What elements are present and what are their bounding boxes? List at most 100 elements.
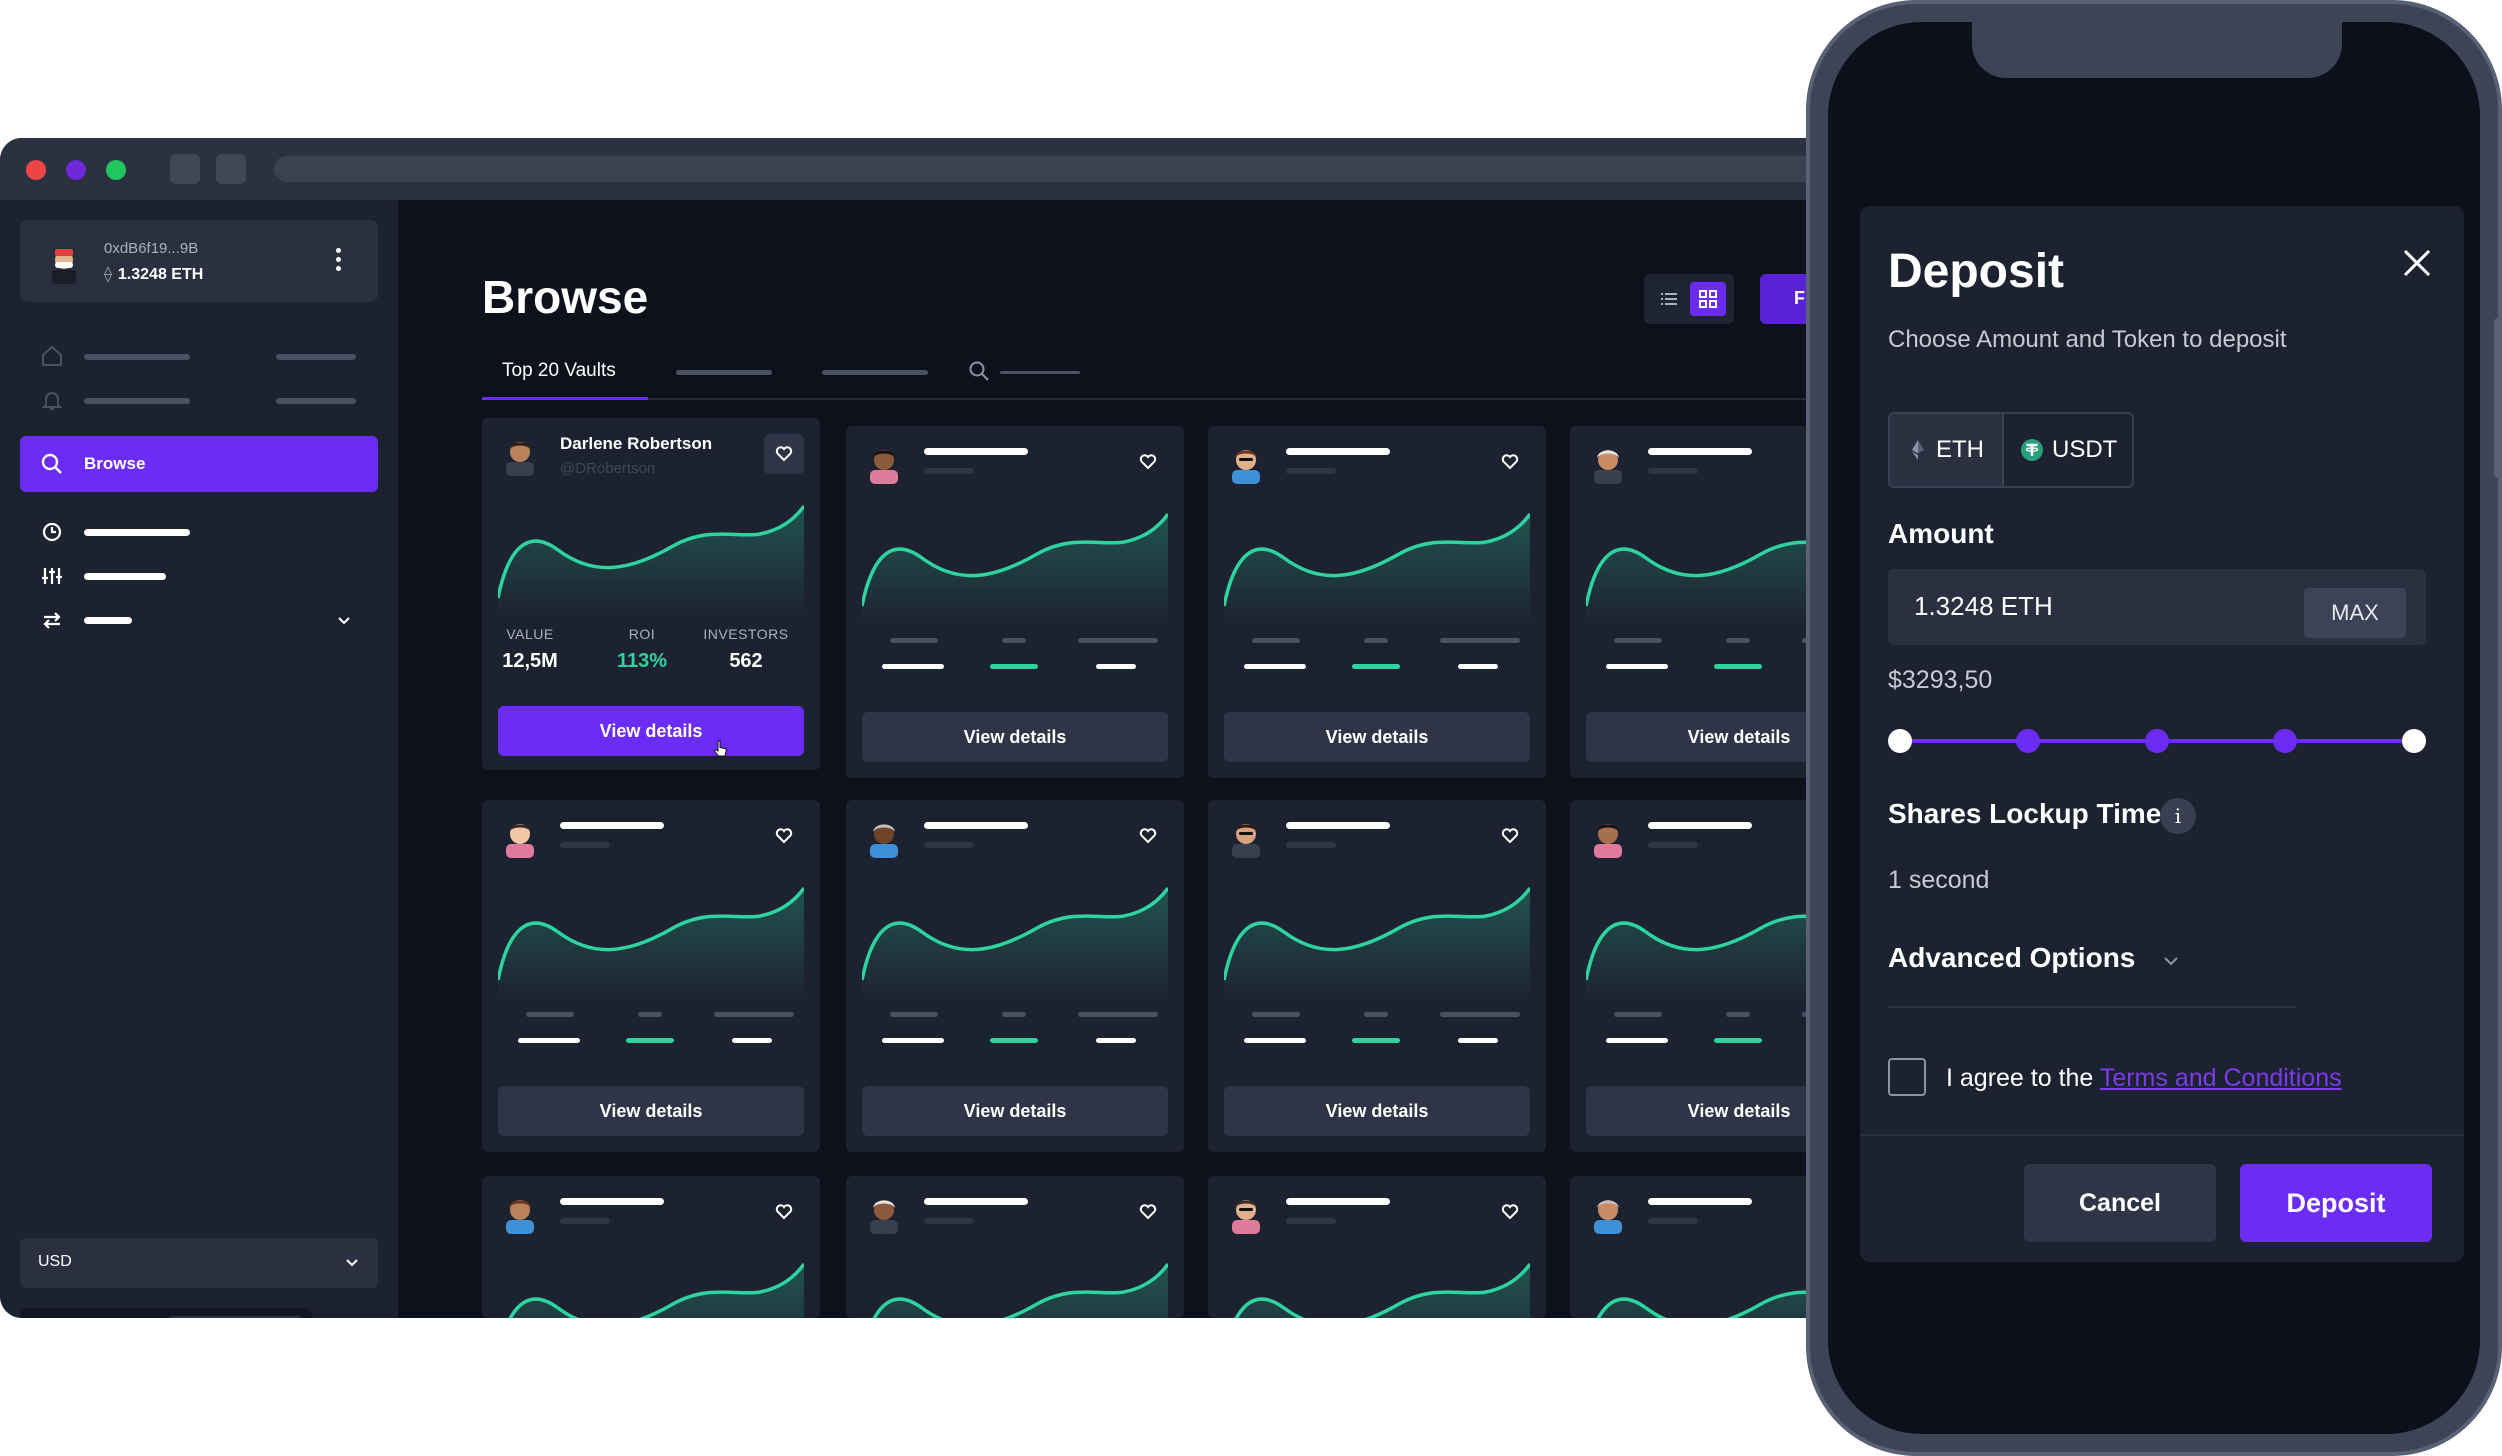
vault-card[interactable]: View details [482,800,820,1152]
vault-card[interactable] [482,1176,820,1318]
view-details-button[interactable]: View details [1586,1086,1830,1136]
bell-icon [41,392,63,410]
view-details-button[interactable]: View details [1586,712,1830,762]
terms-link[interactable]: Terms and Conditions [2100,1064,2342,1092]
main-content: Browse F Top 20 Vaults Darlene Robertson… [398,200,1830,1318]
vault-card[interactable]: View details [1208,800,1546,1152]
wallet-card[interactable]: 0xdB6f19...9B ⟠ 1.3248 ETH [20,220,378,302]
amount-input[interactable]: 1.3248 ETH MAX [1888,569,2426,645]
heart-icon [775,828,793,844]
performance-chart [862,886,1168,1000]
avatar [1232,450,1260,484]
amount-slider[interactable] [1888,726,2426,756]
view-details-button[interactable]: View details [498,706,804,756]
sidebar-item-label: Browse [84,454,146,473]
view-details-button[interactable]: View details [498,1086,804,1136]
performance-chart [498,504,804,618]
vault-card[interactable]: View details [1570,426,1830,778]
performance-chart [872,1262,1168,1318]
favorite-button[interactable] [1128,1192,1168,1232]
performance-chart [1586,540,1830,626]
search-icon[interactable] [968,360,990,382]
view-details-button[interactable]: View details [862,1086,1168,1136]
vault-owner-name [924,822,1028,829]
slider-step[interactable] [2016,729,2040,753]
favorite-button[interactable] [1128,442,1168,482]
vault-card[interactable]: View details [846,800,1184,1152]
view-details-button[interactable]: View details [1224,1086,1530,1136]
token-option-eth[interactable]: ETH [1890,414,2004,486]
terms-prefix: I agree to the [1946,1064,2100,1092]
vault-card-featured[interactable]: Darlene Robertson @DRobertson VALUE 12,5M … [482,418,820,770]
currency-value: USD [38,1253,72,1270]
vault-owner-handle: @DRobertson [560,460,656,477]
token-option-usdt[interactable]: USDT [2006,414,2132,486]
heart-icon [1139,454,1157,470]
grid-view-icon [1699,290,1717,308]
vault-card[interactable]: View details [846,426,1184,778]
favorite-button[interactable] [764,816,804,856]
sidebar-item-notifications[interactable] [20,372,378,428]
vault-owner-name [1286,448,1390,455]
favorite-button[interactable] [1490,816,1530,856]
back-button[interactable] [170,154,200,184]
info-icon[interactable]: i [2160,798,2196,834]
avatar [1594,1200,1622,1234]
close-icon[interactable] [2400,246,2434,280]
heart-icon [775,446,793,462]
sidebar-item-browse[interactable]: Browse [20,436,378,492]
dark-mode-option[interactable] [168,1316,302,1318]
cancel-button[interactable]: Cancel [2024,1164,2216,1242]
chevron-down-icon[interactable] [334,610,354,630]
eth-icon [1912,440,1924,460]
vault-owner-handle [1648,842,1698,848]
favorite-button[interactable] [764,1192,804,1232]
vault-stats [1224,1012,1530,1052]
grid-view-button[interactable] [1690,282,1726,316]
forward-button[interactable] [216,154,246,184]
vault-card[interactable]: View details [1208,426,1546,778]
terms-checkbox[interactable] [1888,1058,1926,1096]
tab-placeholder[interactable] [676,370,772,375]
vault-card[interactable] [846,1176,1184,1318]
advanced-options-toggle[interactable]: Advanced Options [1888,942,2135,974]
currency-select[interactable]: USD [20,1238,378,1288]
max-button[interactable]: MAX [2304,588,2406,638]
chevron-down-icon[interactable] [2160,950,2182,972]
favorite-button[interactable] [1490,1192,1530,1232]
slider-step[interactable] [2145,729,2169,753]
search-input[interactable] [1000,371,1080,374]
vault-card[interactable] [1208,1176,1546,1318]
view-details-button[interactable]: View details [1224,712,1530,762]
home-icon [42,345,62,366]
heart-icon [1501,828,1519,844]
slider-step[interactable] [1888,729,1912,753]
sidebar-item-swap[interactable] [20,592,378,648]
vault-card[interactable]: View details [1570,800,1830,1152]
tab-placeholder[interactable] [822,370,928,375]
close-window-button[interactable] [26,160,46,180]
theme-toggle[interactable] [20,1308,312,1318]
slider-step[interactable] [2273,729,2297,753]
vault-owner-name [1648,1198,1752,1205]
slider-handle[interactable] [2402,729,2426,753]
deposit-modal: Deposit Choose Amount and Token to depos… [1860,206,2464,1262]
search-icon [41,453,62,474]
address-bar[interactable] [274,156,1824,182]
favorite-button[interactable] [1490,442,1530,482]
token-label: ETH [1936,436,1984,463]
favorite-button[interactable] [1128,816,1168,856]
minimize-window-button[interactable] [66,160,86,180]
token-selector: ETH USDT [1888,412,2134,488]
view-details-button[interactable]: View details [862,712,1168,762]
vault-card[interactable] [1570,1176,1830,1318]
favorite-button[interactable] [764,434,804,474]
maximize-window-button[interactable] [106,160,126,180]
deposit-button[interactable]: Deposit [2240,1164,2432,1242]
cursor-icon [714,740,728,757]
vault-stats [498,1012,804,1052]
list-view-icon[interactable] [1658,288,1680,310]
tab-top-20-vaults[interactable]: Top 20 Vaults [482,340,648,400]
more-options-icon[interactable] [336,248,342,274]
eth-icon: ⟠ [104,266,112,283]
